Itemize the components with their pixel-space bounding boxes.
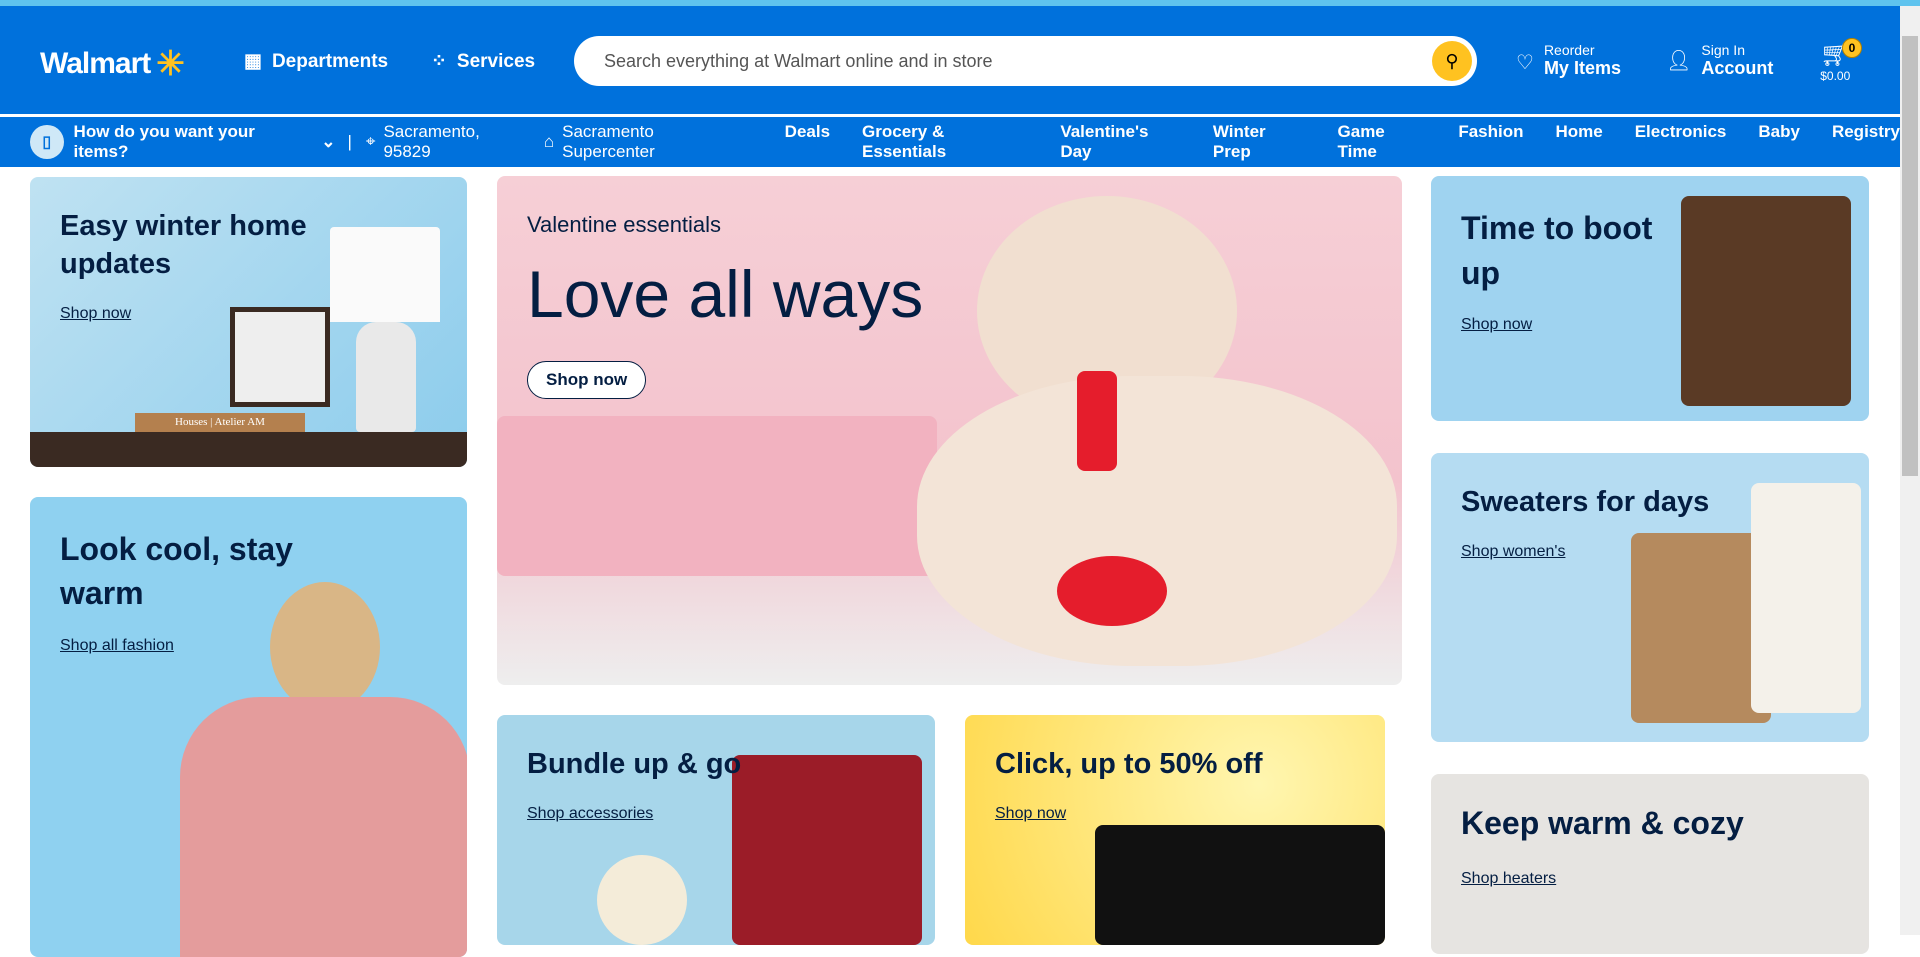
shop-now-link[interactable]: Shop now (60, 305, 131, 323)
card-title: Keep warm & cozy (1461, 805, 1744, 841)
card-title: Click, up to 50% off (995, 748, 1263, 780)
card-click-deals[interactable]: Click, up to 50% off Shop now (965, 715, 1385, 945)
store-label: Sacramento Supercenter (562, 122, 655, 161)
search-placeholder: Search everything at Walmart online and … (604, 50, 993, 71)
nav-grocery[interactable]: Grocery & Essentials (862, 122, 1028, 162)
reorder-my-items[interactable]: ♡ Reorder My Items (1516, 42, 1621, 79)
shop-fashion-link[interactable]: Shop all fashion (60, 637, 174, 655)
book-image: Houses | Atelier AM (135, 413, 305, 432)
shop-accessories-link[interactable]: Shop accessories (527, 805, 653, 823)
card-title: Sweaters for days (1461, 486, 1710, 518)
shop-heaters-link[interactable]: Shop heaters (1461, 870, 1556, 888)
walmart-logo[interactable]: Walmart ✳ (40, 44, 185, 84)
shop-now-link[interactable]: Shop now (995, 805, 1066, 823)
nav-deals[interactable]: Deals (785, 122, 830, 162)
shop-now-link[interactable]: Shop now (1461, 316, 1532, 334)
beanie-image (597, 855, 687, 945)
hero-valentine[interactable]: Valentine essentials Love all ways Shop … (497, 176, 1402, 685)
card-title: Time to boot up (1461, 210, 1653, 291)
frame-image (230, 307, 330, 407)
scrollbar-thumb[interactable] (1902, 36, 1918, 476)
spark-icon: ✳ (156, 45, 184, 83)
lamp-image (330, 227, 440, 322)
nav-registry[interactable]: Registry (1832, 122, 1900, 162)
nav-home[interactable]: Home (1555, 122, 1602, 162)
nav-fashion[interactable]: Fashion (1458, 122, 1523, 162)
card-title: Bundle up & go (527, 748, 742, 780)
nav-game-time[interactable]: Game Time (1338, 122, 1427, 162)
sign-in-account[interactable]: 👤︎ Sign In Account (1666, 42, 1773, 79)
heart-icon: ♡ (1516, 52, 1534, 74)
scrollbar[interactable] (1900, 6, 1920, 935)
sign-in-label: Sign In (1701, 42, 1745, 58)
logo-text: Walmart (40, 47, 151, 80)
user-icon: 👤︎ (1666, 50, 1692, 72)
card-look-cool[interactable]: Look cool, stay warm Shop all fashion (30, 497, 467, 957)
departments-button[interactable]: ▦ Departments (244, 50, 388, 73)
nav-valentines[interactable]: Valentine's Day (1060, 122, 1181, 162)
reorder-label: Reorder (1543, 42, 1595, 58)
nav-electronics[interactable]: Electronics (1635, 122, 1727, 162)
red-ribbon-image (1077, 371, 1117, 471)
phone-hand-icon: ▯ (30, 125, 64, 159)
fulfillment-label: How do you want your items? (73, 122, 255, 161)
search-icon: ⚲ (1445, 50, 1459, 71)
departments-label: Departments (271, 50, 389, 72)
shelf-image (30, 432, 467, 467)
my-items-label: My Items (1543, 58, 1621, 78)
location-label: Sacramento, 95829 (383, 122, 480, 161)
search-input[interactable]: Search everything at Walmart online and … (574, 36, 1477, 86)
boots-image (1681, 196, 1851, 406)
card-title: Look cool, stay warm (60, 531, 293, 611)
pink-jacket-image (180, 697, 467, 957)
cart-total: $0.00 (1820, 69, 1851, 83)
pink-sofa-image (497, 416, 937, 576)
hero-title: Love all ways (527, 257, 924, 331)
cart-button[interactable]: 🛒︎ 0 $0.00 (1820, 38, 1862, 83)
card-cozy[interactable]: Keep warm & cozy Shop heaters (1431, 774, 1869, 954)
white-sweater-image (1751, 483, 1861, 713)
cardigan-image (1631, 533, 1771, 723)
fulfillment-selector[interactable]: ▯ How do you want your items? ⌄ (30, 122, 335, 162)
cart-count-badge: 0 (1842, 38, 1862, 58)
account-label: Account (1701, 58, 1774, 78)
divider: | (347, 132, 352, 151)
teddy-bear-body-image (917, 376, 1397, 666)
card-winter-home[interactable]: Easy winter home updates Shop now Houses… (30, 177, 467, 467)
nav-baby[interactable]: Baby (1758, 122, 1800, 162)
card-sweaters[interactable]: Sweaters for days Shop women's (1431, 453, 1869, 742)
hero-eyebrow: Valentine essentials (527, 212, 722, 237)
header: Walmart ✳ ▦ Departments ⁘ Services Search e… (0, 6, 1900, 114)
services-label: Services (456, 50, 536, 72)
services-button[interactable]: ⁘ Services (431, 50, 535, 73)
hero-shop-now-button[interactable]: Shop now (527, 361, 647, 399)
girl-image (1057, 556, 1167, 626)
lamp-base-image (356, 322, 416, 432)
scarf-image (732, 755, 922, 945)
card-boot-up[interactable]: Time to boot up Shop now (1431, 176, 1869, 421)
chevron-down-icon: ⌄ (321, 132, 336, 151)
shop-womens-link[interactable]: Shop women's (1461, 543, 1565, 561)
location-selector[interactable]: ⌖ Sacramento, 95829 (366, 122, 530, 162)
card-bundle-up[interactable]: Bundle up & go Shop accessories (497, 715, 935, 945)
search-button[interactable]: ⚲ (1432, 41, 1472, 81)
pin-icon: ⌖ (365, 132, 376, 151)
store-icon: ⌂ (543, 132, 555, 151)
services-icon: ⁘ (431, 51, 447, 72)
store-selector[interactable]: ⌂ Sacramento Supercenter (544, 122, 749, 162)
card-title: Easy winter home updates (60, 210, 307, 280)
grid-icon: ▦ (244, 51, 262, 72)
nav-winter-prep[interactable]: Winter Prep (1213, 122, 1306, 162)
camera-image (1095, 825, 1385, 945)
secondary-nav: ▯ How do you want your items? ⌄ | ⌖ Sacrame… (0, 117, 1900, 167)
